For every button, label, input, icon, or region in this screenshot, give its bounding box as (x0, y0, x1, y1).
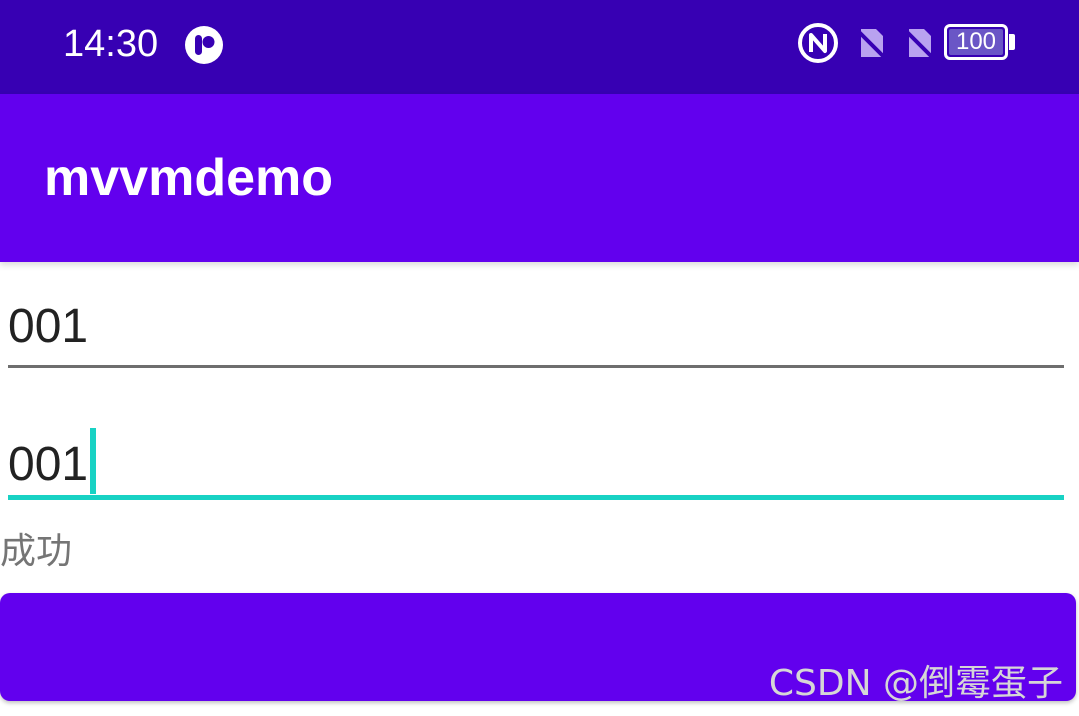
app-title: mvvmdemo (44, 149, 333, 207)
status-bar: 14:30 100 (0, 0, 1079, 94)
battery-tip (1009, 34, 1015, 50)
status-message: 成功 (0, 531, 73, 572)
input-field-2[interactable]: 001 (8, 428, 1064, 494)
text-cursor (90, 428, 97, 494)
battery-level: 100 (955, 28, 997, 55)
input-field-1-value: 001 (8, 300, 89, 353)
input-field-1-underline (8, 365, 1064, 368)
app-bar: mvvmdemo (0, 94, 1079, 262)
input-field-1[interactable]: 001 (8, 298, 1064, 358)
no-sim-icon (903, 28, 935, 60)
nfc-icon (798, 23, 838, 63)
status-time: 14:30 (63, 23, 159, 65)
input-field-2-underline (8, 495, 1064, 500)
watermark: CSDN @倒霉蛋子 (768, 663, 1063, 704)
no-sim-icon (855, 28, 887, 60)
input-field-2-value: 001 (8, 438, 89, 491)
battery-icon: 100 (944, 24, 1008, 60)
app-r-icon (185, 26, 223, 64)
